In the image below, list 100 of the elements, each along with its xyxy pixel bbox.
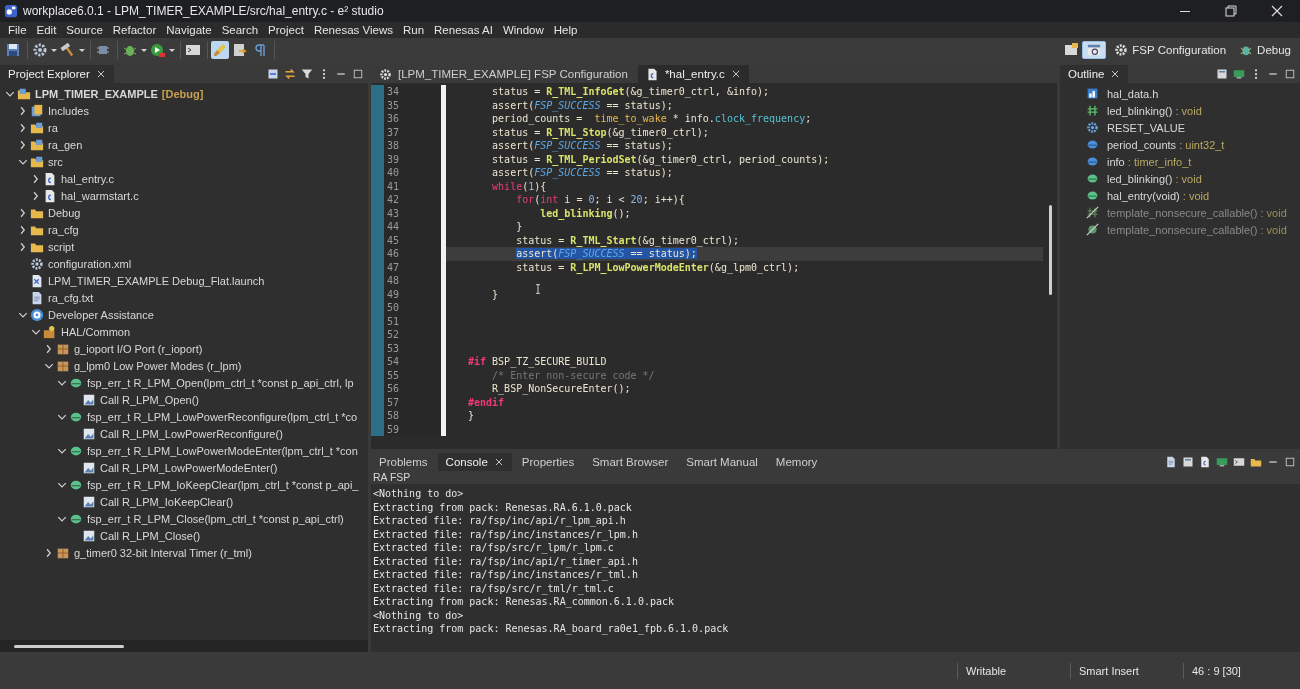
maximize-icon[interactable] — [352, 68, 364, 80]
tree-item[interactable]: Call R_LPM_Close() — [100, 529, 201, 542]
close-icon[interactable] — [493, 457, 504, 467]
outline-item[interactable]: hal_data.h — [1107, 87, 1159, 100]
tree-item[interactable]: g_lpm0 Low Power Modes (r_lpm) — [74, 359, 242, 372]
tree-item[interactable]: ra_gen — [48, 138, 83, 151]
outline-item[interactable]: period_counts : uint32_t — [1107, 138, 1225, 151]
code-line: status = R_TML_PeriodSet(&g_timer0_ctrl, period_counts); — [491, 152, 830, 166]
tab[interactable]: Smart Manual — [678, 452, 766, 471]
chevron-icon[interactable] — [18, 139, 28, 150]
perspective-button[interactable]: FSP Configuration — [1109, 41, 1232, 59]
scrollbar-thumb[interactable] — [1048, 205, 1052, 295]
code-line: } — [491, 287, 499, 301]
menu-item[interactable]: Source — [61, 24, 108, 36]
code-line: assert(FSP_SUCCESS == status); — [491, 166, 673, 180]
save-icon[interactable] — [4, 41, 22, 59]
new-file-icon[interactable] — [1165, 456, 1177, 468]
outline-item[interactable]: RESET_VALUE — [1107, 121, 1186, 134]
tree-item[interactable]: Call R_LPM_LowPowerModeEnter() — [100, 461, 278, 474]
tree-item[interactable]: fsp_err_t R_LPM_LowPowerModeEnter(lpm_ctrl_t *con — [87, 444, 358, 457]
gear-icon — [379, 67, 392, 81]
display-icon[interactable] — [1216, 456, 1228, 468]
console-icon[interactable] — [1233, 456, 1245, 468]
close-icon[interactable] — [95, 69, 106, 79]
folder-icon[interactable] — [1250, 456, 1262, 468]
outline-item[interactable]: led_blinking() : void — [1107, 104, 1202, 117]
project-folder-icon — [17, 86, 31, 101]
gear-icon[interactable] — [31, 41, 49, 59]
open-perspective-icon[interactable] — [1063, 42, 1080, 58]
tab[interactable]: Smart Browser — [584, 452, 677, 471]
menu-item[interactable]: File — [3, 24, 32, 36]
tree-item[interactable]: ra_cfg.txt — [48, 291, 94, 304]
tree-item[interactable]: ra — [48, 121, 58, 134]
hash-icon — [1086, 104, 1099, 117]
document-icon[interactable] — [1199, 456, 1211, 468]
chevron-icon[interactable] — [18, 241, 28, 252]
tree-item[interactable]: ra_cfg — [48, 223, 79, 236]
console-line: <Nothing to do> — [373, 608, 465, 622]
outline-item[interactable]: hal_entry(void) : void — [1107, 189, 1210, 202]
tab[interactable]: Outline — [1060, 64, 1129, 83]
run-icon[interactable] — [149, 41, 167, 59]
tree-item[interactable]: configuration.xml — [48, 257, 132, 270]
menu-item[interactable]: Renesas Views — [308, 24, 398, 36]
tree-item[interactable]: Debug — [48, 206, 81, 219]
maximize-icon[interactable] — [1284, 68, 1296, 80]
chevron-icon[interactable] — [18, 122, 28, 133]
tree-item[interactable]: Includes — [48, 104, 89, 117]
menu-item[interactable]: Run — [397, 24, 430, 36]
tree-item[interactable]: g_ioport I/O Port (r_ioport) — [74, 342, 203, 355]
tree-item[interactable]: Developer Assistance — [48, 308, 154, 321]
tab[interactable]: Properties — [513, 452, 583, 471]
link-icon[interactable] — [284, 68, 296, 80]
chevron-icon[interactable] — [44, 547, 54, 558]
tab[interactable]: Problems — [371, 452, 436, 471]
menu-item[interactable]: Edit — [31, 24, 62, 36]
tab[interactable]: Project Explorer — [0, 64, 114, 83]
tree-item[interactable]: Call R_LPM_Open() — [100, 393, 200, 406]
perspective-button[interactable]: Debug — [1234, 41, 1296, 59]
menu-item[interactable]: Project — [263, 24, 309, 36]
chevron-icon[interactable] — [31, 173, 41, 184]
tree-item[interactable]: HAL/Common — [61, 325, 131, 338]
chevron-icon[interactable] — [44, 343, 54, 354]
tree-item[interactable]: fsp_err_t R_LPM_IoKeepClear(lpm_ctrl_t *const p_api_ — [87, 478, 359, 491]
tree-item[interactable]: g_timer0 32-bit Interval Timer (r_tml) — [74, 546, 252, 559]
perspective-icon-button[interactable] — [1082, 41, 1107, 59]
tree-item[interactable]: LPM_TIMER_EXAMPLE — [35, 87, 158, 100]
outline-item[interactable]: info : timer_info_t — [1107, 155, 1192, 168]
tab[interactable]: Console — [437, 452, 512, 471]
menu-item[interactable]: Help — [548, 24, 583, 36]
arrow-icon[interactable] — [231, 41, 249, 59]
filter-icon[interactable] — [301, 68, 313, 80]
tree-item[interactable]: LPM_TIMER_EXAMPLE Debug_Flat.launch — [48, 274, 265, 287]
menu-item[interactable]: Search — [216, 24, 264, 36]
tree-item[interactable]: fsp_err_t R_LPM_Open(lpm_ctrl_t *const p_api_ctrl, lp — [87, 376, 354, 389]
chevron-icon[interactable] — [18, 207, 28, 218]
chevron-icon[interactable] — [18, 105, 28, 116]
menu-item[interactable]: Refactor — [107, 24, 162, 36]
tree-item[interactable]: hal_warmstart.c — [61, 189, 139, 202]
tree-item[interactable]: fsp_err_t R_LPM_Close(lpm_ctrl_t *const p_api_ctrl) — [87, 512, 344, 525]
collapse-all-icon[interactable] — [267, 68, 279, 80]
chevron-icon[interactable] — [18, 224, 28, 235]
menu-item[interactable]: Window — [497, 24, 549, 36]
close-icon[interactable] — [1110, 69, 1121, 79]
tree-item[interactable]: hal_entry.c — [61, 172, 114, 185]
tree-item[interactable]: fsp_err_t R_LPM_LowPowerReconfigure(lpm_ctrl_t *co — [87, 410, 358, 423]
close-icon[interactable] — [730, 69, 741, 79]
tree-item[interactable]: src — [48, 155, 63, 168]
tree-item[interactable]: Call R_LPM_IoKeepClear() — [100, 495, 234, 508]
menu-item[interactable]: Navigate — [161, 24, 217, 36]
maximize-icon[interactable] — [1284, 456, 1296, 468]
tree-item[interactable]: script — [48, 240, 75, 253]
tab[interactable]: *hal_entry.c — [637, 64, 749, 83]
tab[interactable]: [LPM_TIMER_EXAMPLE] FSP Configuration — [371, 64, 636, 83]
menu-item[interactable]: Renesas AI — [429, 24, 498, 36]
tab[interactable]: Memory — [767, 452, 826, 471]
tree-item[interactable]: Call R_LPM_LowPowerReconfigure() — [100, 427, 283, 440]
gear-icon — [30, 256, 44, 271]
scrollbar-thumb[interactable] — [14, 644, 124, 648]
chevron-icon[interactable] — [31, 190, 41, 201]
outline-item[interactable]: led_blinking() : void — [1107, 172, 1202, 185]
